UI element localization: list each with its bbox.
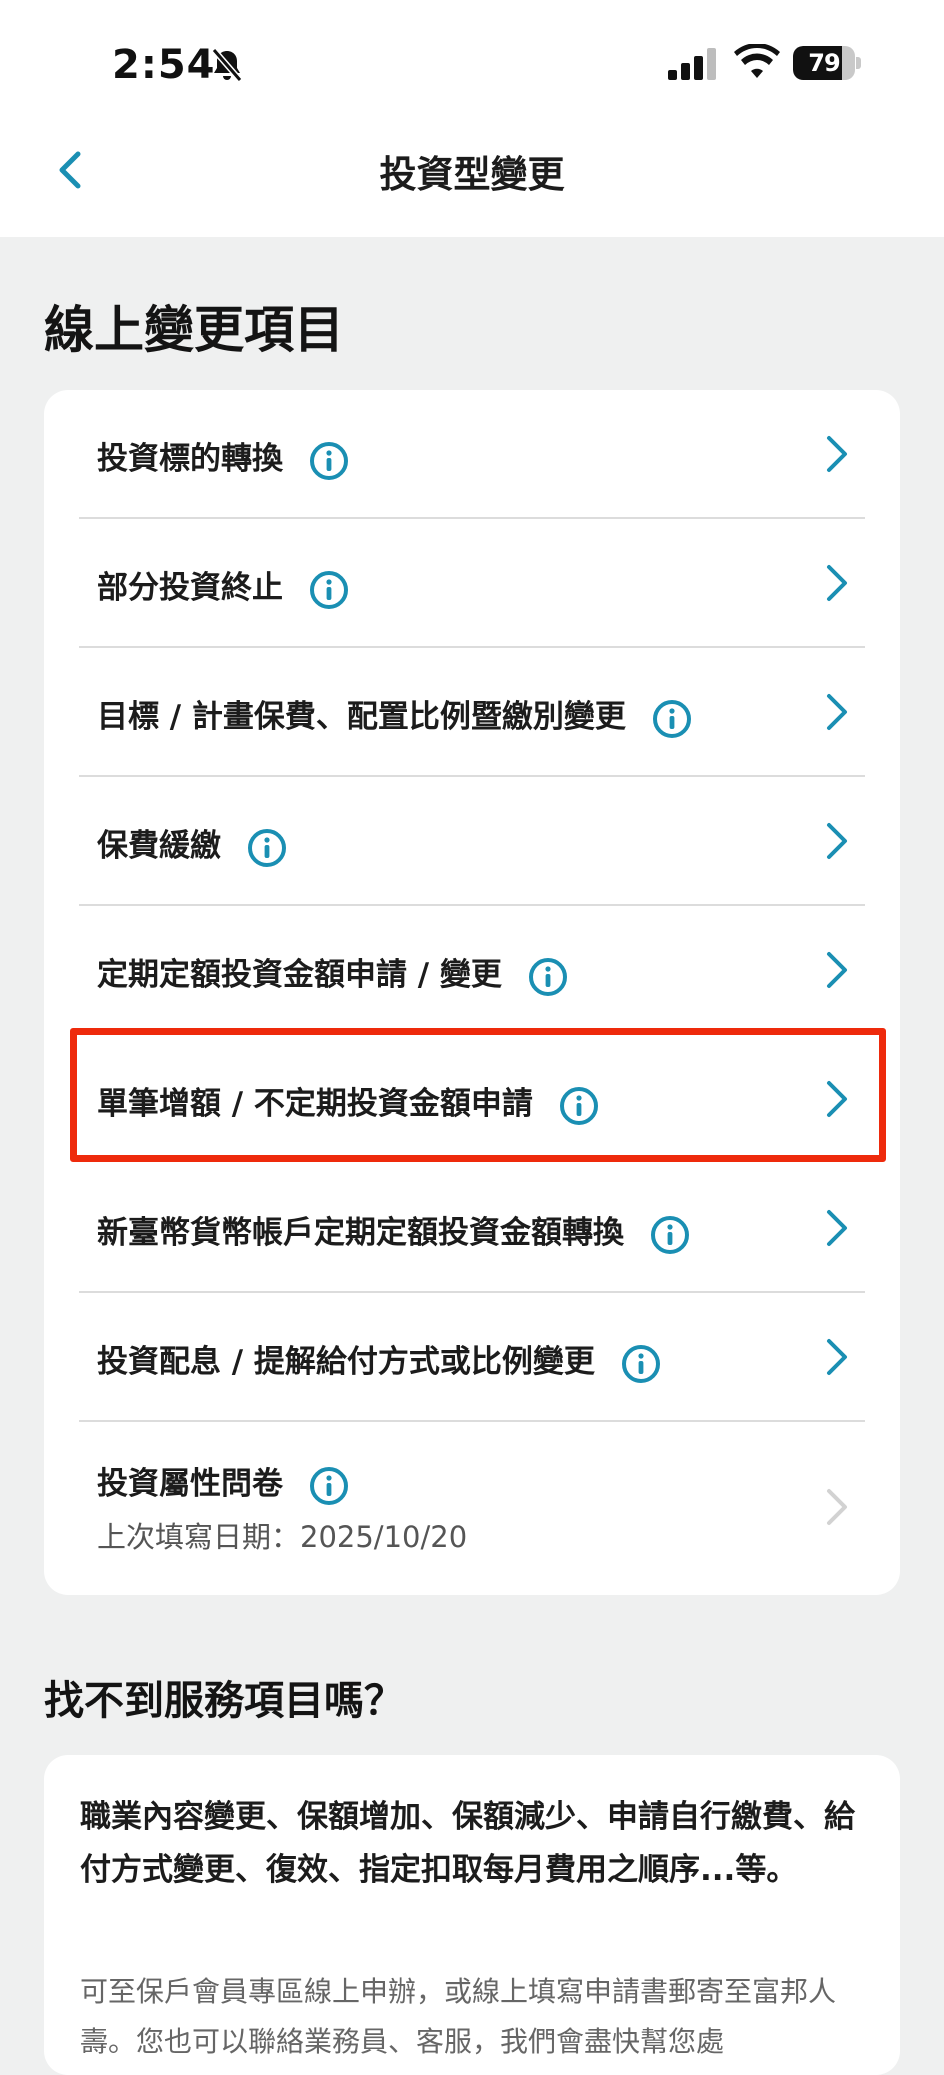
last-filled-date: 上次填寫日期：2025/10/20 [97,1520,468,1554]
info-icon[interactable] [309,441,349,481]
info-icon[interactable] [309,1466,349,1506]
list-item-partial-termination[interactable]: 部分投資終止 [44,519,900,648]
list-item-dividend-payout-change[interactable]: 投資配息 / 提解給付方式或比例變更 [44,1293,900,1422]
chevron-right-icon [827,565,847,601]
item-label: 保費緩繳 [97,828,221,864]
bell-slash-icon [211,48,243,82]
item-label: 投資標的轉換 [97,441,283,477]
header-area: 2:54 79 投資型變更 [0,0,944,237]
list-item-premium-deferral[interactable]: 保費緩繳 [44,777,900,906]
chevron-right-icon [827,694,847,730]
item-label: 目標 / 計畫保費、配置比例暨繳別變更 [97,699,626,735]
help-main-text: 職業內容變更、保額增加、保額減少、申請自行繳費、給付方式變更、復效、指定扣取每月… [80,1799,855,1888]
item-label: 新臺幣貨幣帳戶定期定額投資金額轉換 [97,1215,624,1251]
info-icon[interactable] [528,957,568,997]
online-section-title: 線上變更項目 [44,301,344,359]
chevron-right-icon [827,952,847,988]
info-icon[interactable] [247,828,287,868]
info-icon[interactable] [309,570,349,610]
highlight-box [70,1028,886,1162]
info-icon[interactable] [621,1344,661,1384]
item-label: 定期定額投資金額申請 / 變更 [97,957,502,993]
chevron-right-icon [827,1489,847,1525]
info-icon[interactable] [652,699,692,739]
list-item-regular-investment-change[interactable]: 定期定額投資金額申請 / 變更 [44,906,900,1035]
cellular-signal-icon [668,48,716,80]
battery-indicator: 79 [793,46,861,80]
help-card: 職業內容變更、保額增加、保額減少、申請自行繳費、給付方式變更、復效、指定扣取每月… [44,1755,900,2075]
chevron-right-icon [827,436,847,472]
item-label: 投資屬性問卷 [97,1466,283,1502]
chevron-right-icon [827,1210,847,1246]
wifi-icon [734,44,780,78]
chevron-right-icon [827,1339,847,1375]
help-section-title: 找不到服務項目嗎？ [44,1678,404,1724]
list-item-investment-switch[interactable]: 投資標的轉換 [44,390,900,519]
battery-level: 79 [808,49,840,77]
list-item-premium-allocation-change[interactable]: 目標 / 計畫保費、配置比例暨繳別變更 [44,648,900,777]
info-icon[interactable] [650,1215,690,1255]
status-bar: 2:54 79 [0,0,944,120]
item-label: 部分投資終止 [97,570,283,606]
online-items-card: 投資標的轉換 部分投資終止 目標 / 計畫保費、配置比例暨繳別變更 保費緩繳 定… [44,390,900,1595]
chevron-right-icon [827,823,847,859]
status-time: 2:54 [112,42,216,88]
list-item-twd-account-conversion[interactable]: 新臺幣貨幣帳戶定期定額投資金額轉換 [44,1164,900,1293]
list-item-risk-questionnaire[interactable]: 投資屬性問卷 上次填寫日期：2025/10/20 [44,1422,900,1595]
item-label: 投資配息 / 提解給付方式或比例變更 [97,1344,595,1380]
page-title: 投資型變更 [379,153,565,196]
help-sub-text: 可至保戶會員專區線上申辦，或線上填寫申請書郵寄至富邦人壽。您也可以聯絡業務員、客… [80,1975,837,2058]
